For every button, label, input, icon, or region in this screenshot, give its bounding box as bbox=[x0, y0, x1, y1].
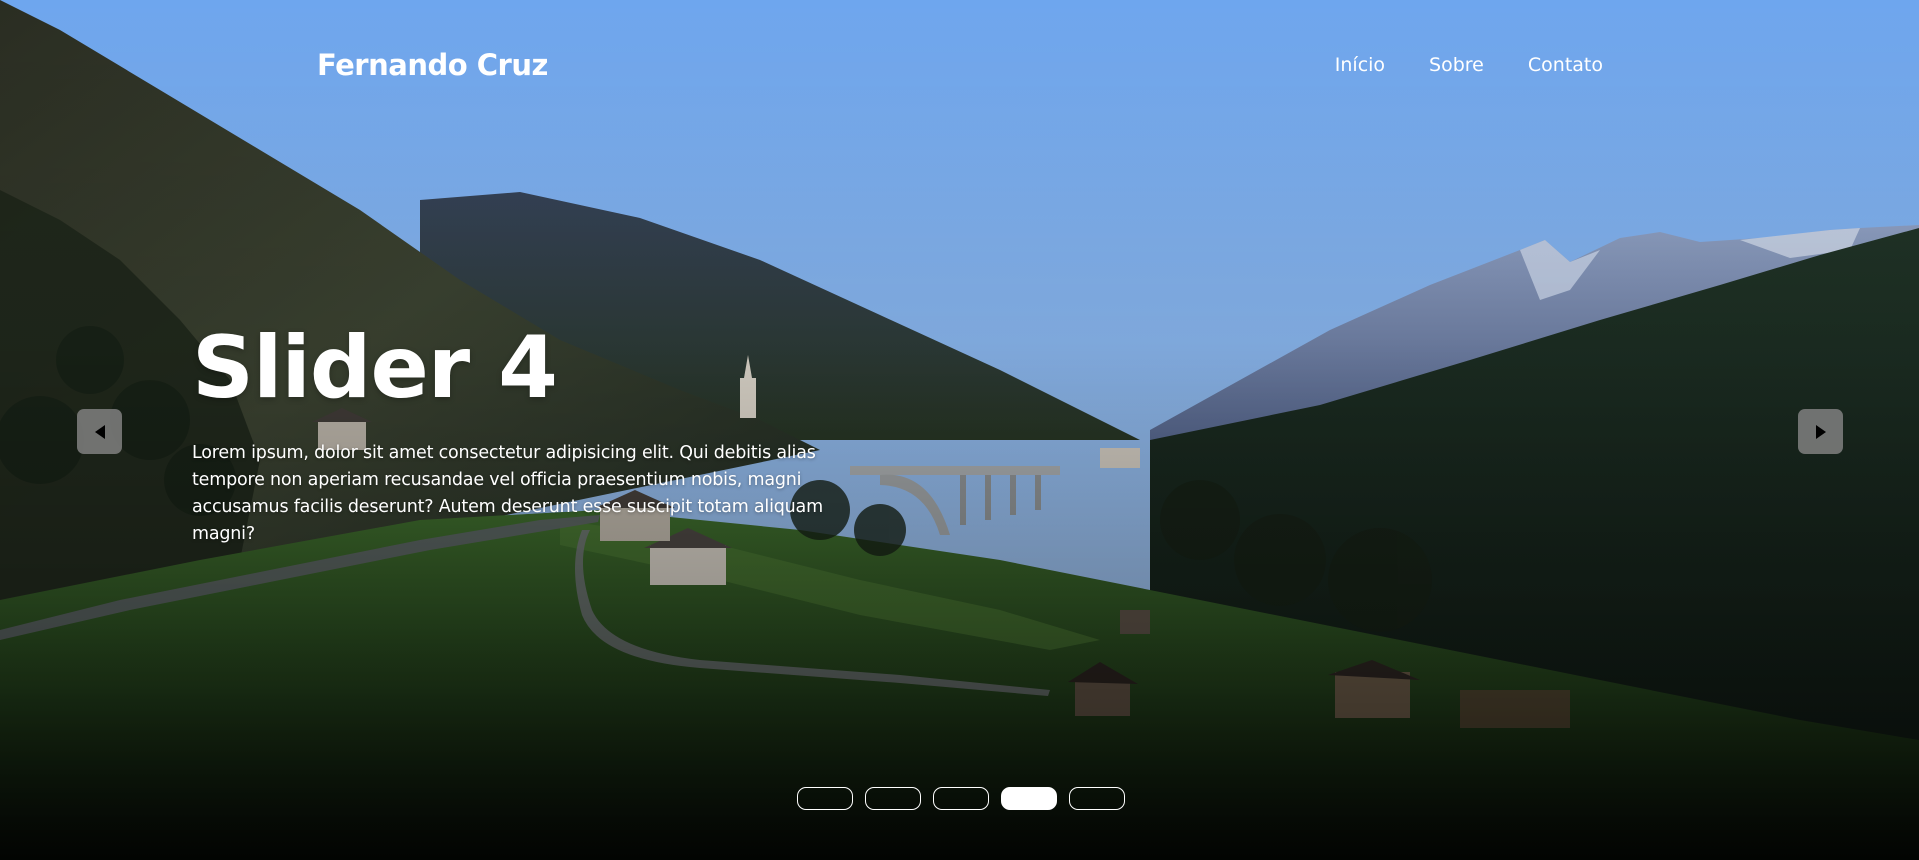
main-nav: Início Sobre Contato bbox=[1335, 54, 1603, 76]
nav-link-inicio[interactable]: Início bbox=[1335, 54, 1385, 76]
nav-link-contato[interactable]: Contato bbox=[1528, 54, 1603, 76]
chevron-right-icon bbox=[1815, 424, 1826, 439]
slide-indicator-1[interactable] bbox=[797, 787, 853, 810]
slide-indicator-2[interactable] bbox=[865, 787, 921, 810]
previous-slide-button[interactable] bbox=[77, 409, 122, 454]
slide-indicators bbox=[797, 787, 1125, 810]
slide-description: Lorem ipsum, dolor sit amet consectetur … bbox=[192, 443, 823, 544]
brand-logo[interactable]: Fernando Cruz bbox=[317, 48, 548, 82]
chevron-left-icon bbox=[94, 424, 105, 439]
slide-indicator-3[interactable] bbox=[933, 787, 989, 810]
slide-indicator-5[interactable] bbox=[1069, 787, 1125, 810]
slide-content: Slider 4 Lorem ipsum, dolor sit amet con… bbox=[192, 318, 872, 548]
nav-link-sobre[interactable]: Sobre bbox=[1429, 54, 1484, 76]
slide-indicator-4[interactable] bbox=[1001, 787, 1057, 810]
site-header: Fernando Cruz Início Sobre Contato bbox=[317, 40, 1603, 90]
hero-slider: Fernando Cruz Início Sobre Contato Slide… bbox=[0, 0, 1919, 860]
slide-title: Slider 4 bbox=[192, 318, 558, 418]
next-slide-button[interactable] bbox=[1798, 409, 1843, 454]
